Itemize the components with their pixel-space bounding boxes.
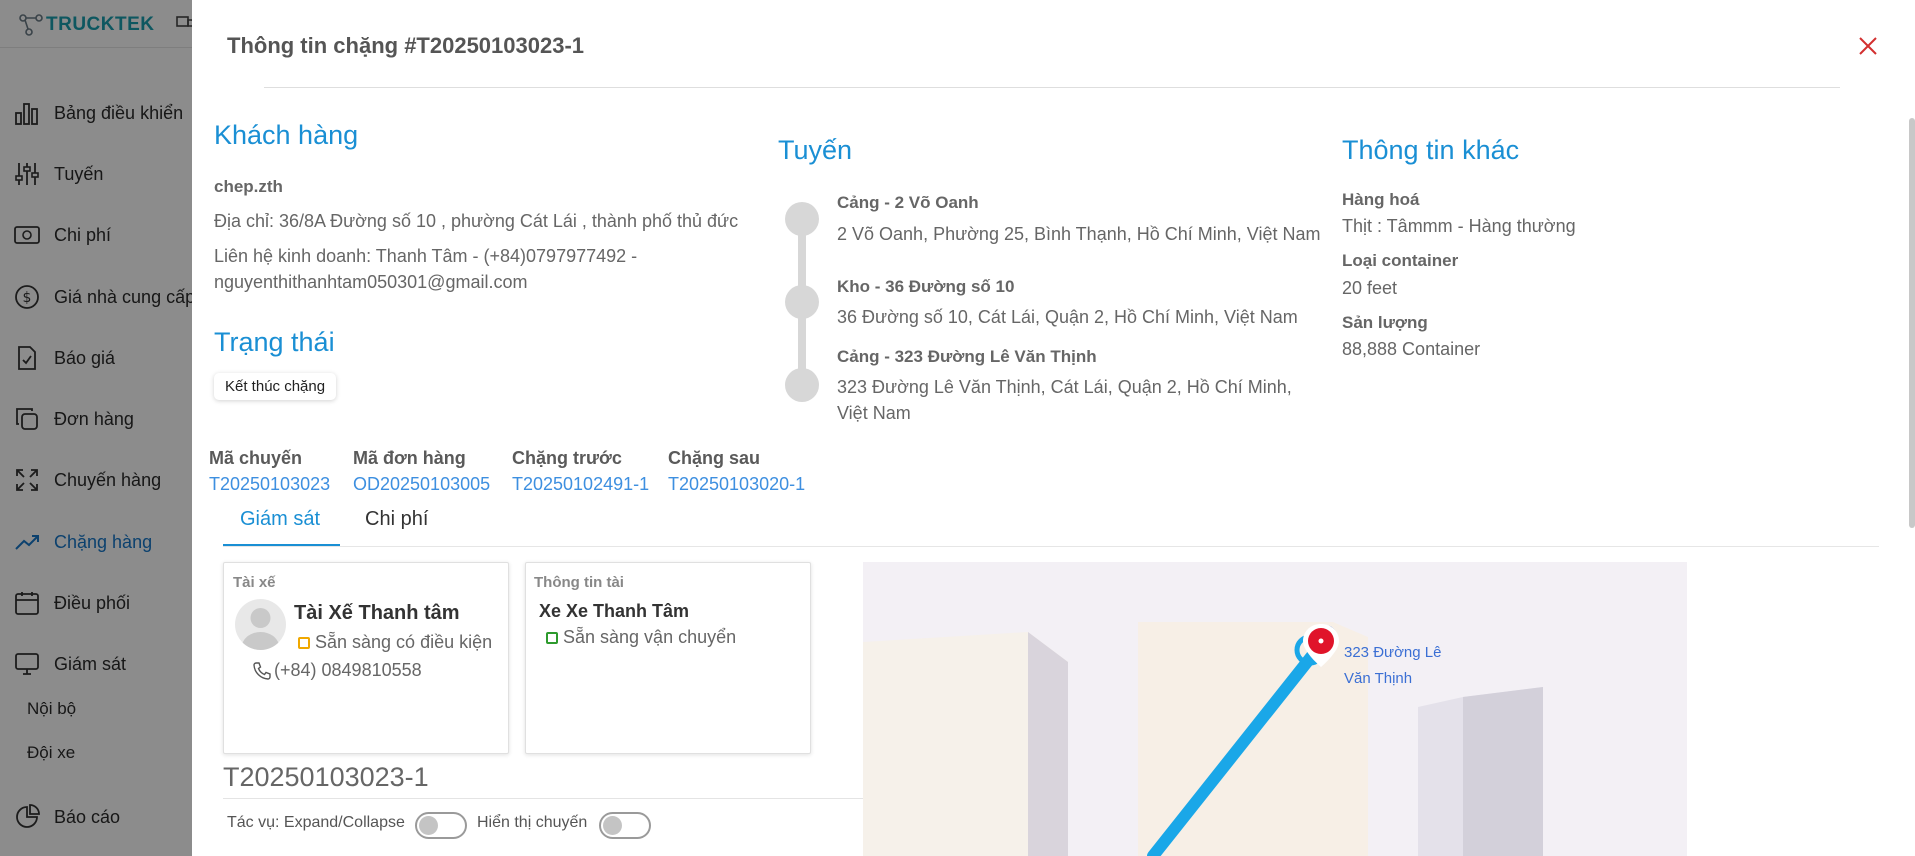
map-view[interactable] bbox=[863, 562, 1687, 856]
map-building bbox=[1028, 632, 1068, 856]
map-building bbox=[1463, 687, 1543, 856]
route-stop-dot bbox=[785, 368, 819, 402]
container-label: Loại container bbox=[1342, 251, 1459, 270]
map-marker-label-line: Văn Thịnh bbox=[1344, 670, 1413, 687]
vehicle-card-label: Thông tin tài bbox=[534, 574, 624, 591]
tabs-divider bbox=[223, 546, 1879, 547]
vehicle-name: Xe Xe Thanh Tâm bbox=[539, 601, 690, 621]
map-marker-label: 323 Đường Lê Văn Thịnh bbox=[1344, 640, 1454, 692]
driver-status: Sẵn sàng có điều kiện bbox=[298, 632, 492, 653]
order-code-label: Mã đơn hàng bbox=[353, 448, 466, 468]
tab-monitor[interactable]: Giám sát bbox=[240, 508, 320, 531]
other-info-heading: Thông tin khác bbox=[1342, 135, 1520, 165]
status-badge: Kết thúc chặng bbox=[214, 373, 337, 400]
customer-address: Địa chỉ: 36/8A Đường số 10 , phường Cát … bbox=[214, 211, 739, 231]
container-value: 20 feet bbox=[1342, 278, 1398, 298]
map-canvas[interactable] bbox=[863, 562, 1687, 856]
tab-cost[interactable]: Chi phí bbox=[365, 508, 428, 531]
customer-name: chep.zth bbox=[214, 177, 283, 196]
vehicle-status: Sẵn sàng vận chuyển bbox=[546, 627, 736, 648]
tab-active-indicator bbox=[223, 544, 340, 546]
user-icon bbox=[241, 608, 280, 650]
driver-card-label: Tài xế bbox=[233, 574, 276, 591]
next-leg-label: Chặng sau bbox=[668, 448, 761, 468]
driver-status-text: Sẵn sàng có điều kiện bbox=[315, 632, 493, 652]
driver-name: Tài Xế Thanh tâm bbox=[294, 602, 460, 624]
volume-label: Sản lượng bbox=[1342, 313, 1428, 332]
prev-leg-label: Chặng trước bbox=[512, 448, 622, 468]
avatar bbox=[235, 599, 286, 650]
map-marker-label-line: 323 Đường Lê bbox=[1344, 644, 1442, 661]
volume-value: 88,888 Container bbox=[1342, 339, 1481, 359]
route-stop-dot bbox=[785, 202, 819, 236]
close-icon[interactable] bbox=[1856, 34, 1880, 58]
route-stop-name: Cảng - 323 Đường Lê Văn Thịnh bbox=[837, 347, 1097, 366]
vehicle-status-text: Sẵn sàng vận chuyển bbox=[563, 627, 737, 647]
customer-contact-line1: Liên hệ kinh doanh: Thanh Tâm - (+84)079… bbox=[214, 246, 638, 266]
driver-phone: (+84) 0849810558 bbox=[252, 660, 422, 681]
next-leg-link[interactable]: T20250103020-1 bbox=[668, 474, 805, 495]
customer-contact-line2: nguyenthithanhtam050301@gmail.com bbox=[214, 272, 528, 292]
status-square-icon bbox=[546, 631, 558, 644]
route-heading: Tuyến bbox=[778, 135, 853, 165]
route-stop-address: 323 Đường Lê Văn Thịnh, Cát Lái, Quận 2,… bbox=[837, 377, 1292, 397]
route-stop-dot bbox=[785, 285, 819, 319]
customer-heading: Khách hàng bbox=[214, 120, 359, 150]
route-stop-name: Cảng - 2 Võ Oanh bbox=[837, 193, 979, 212]
expand-collapse-label: Tác vụ: Expand/Collapse bbox=[227, 814, 405, 831]
route-stop-address: 2 Võ Oanh, Phường 25, Bình Thạnh, Hồ Chí… bbox=[837, 224, 1321, 244]
driver-phone-text: (+84) 0849810558 bbox=[274, 660, 422, 680]
expand-collapse-toggle[interactable] bbox=[415, 812, 467, 839]
route-stop-name: Kho - 36 Đường số 10 bbox=[837, 277, 1015, 296]
drawer-title: Thông tin chặng #T20250103023-1 bbox=[227, 33, 585, 58]
show-trip-toggle[interactable] bbox=[599, 812, 651, 839]
status-square-icon bbox=[298, 636, 310, 649]
prev-leg-link[interactable]: T20250102491-1 bbox=[512, 474, 649, 495]
leg-code-title: T20250103023-1 bbox=[223, 762, 429, 792]
trip-code-label: Mã chuyến bbox=[209, 448, 303, 468]
title-divider bbox=[264, 87, 1840, 88]
phone-icon bbox=[253, 661, 271, 680]
route-stop-address: 36 Đường số 10, Cát Lái, Quận 2, Hồ Chí … bbox=[837, 307, 1298, 327]
cargo-label: Hàng hoá bbox=[1342, 190, 1420, 209]
order-code-link[interactable]: OD20250103005 bbox=[353, 474, 490, 495]
route-stop-address-line2: Việt Nam bbox=[837, 403, 911, 423]
trip-code-link[interactable]: T20250103023 bbox=[209, 474, 330, 495]
map-pin-dot bbox=[1318, 638, 1324, 644]
status-heading: Trạng thái bbox=[214, 327, 335, 357]
cargo-value: Thịt : Tâmmm - Hàng thường bbox=[1342, 216, 1576, 236]
show-trip-label: Hiển thị chuyến bbox=[477, 814, 588, 831]
drawer-scrollbar[interactable] bbox=[1909, 118, 1915, 528]
